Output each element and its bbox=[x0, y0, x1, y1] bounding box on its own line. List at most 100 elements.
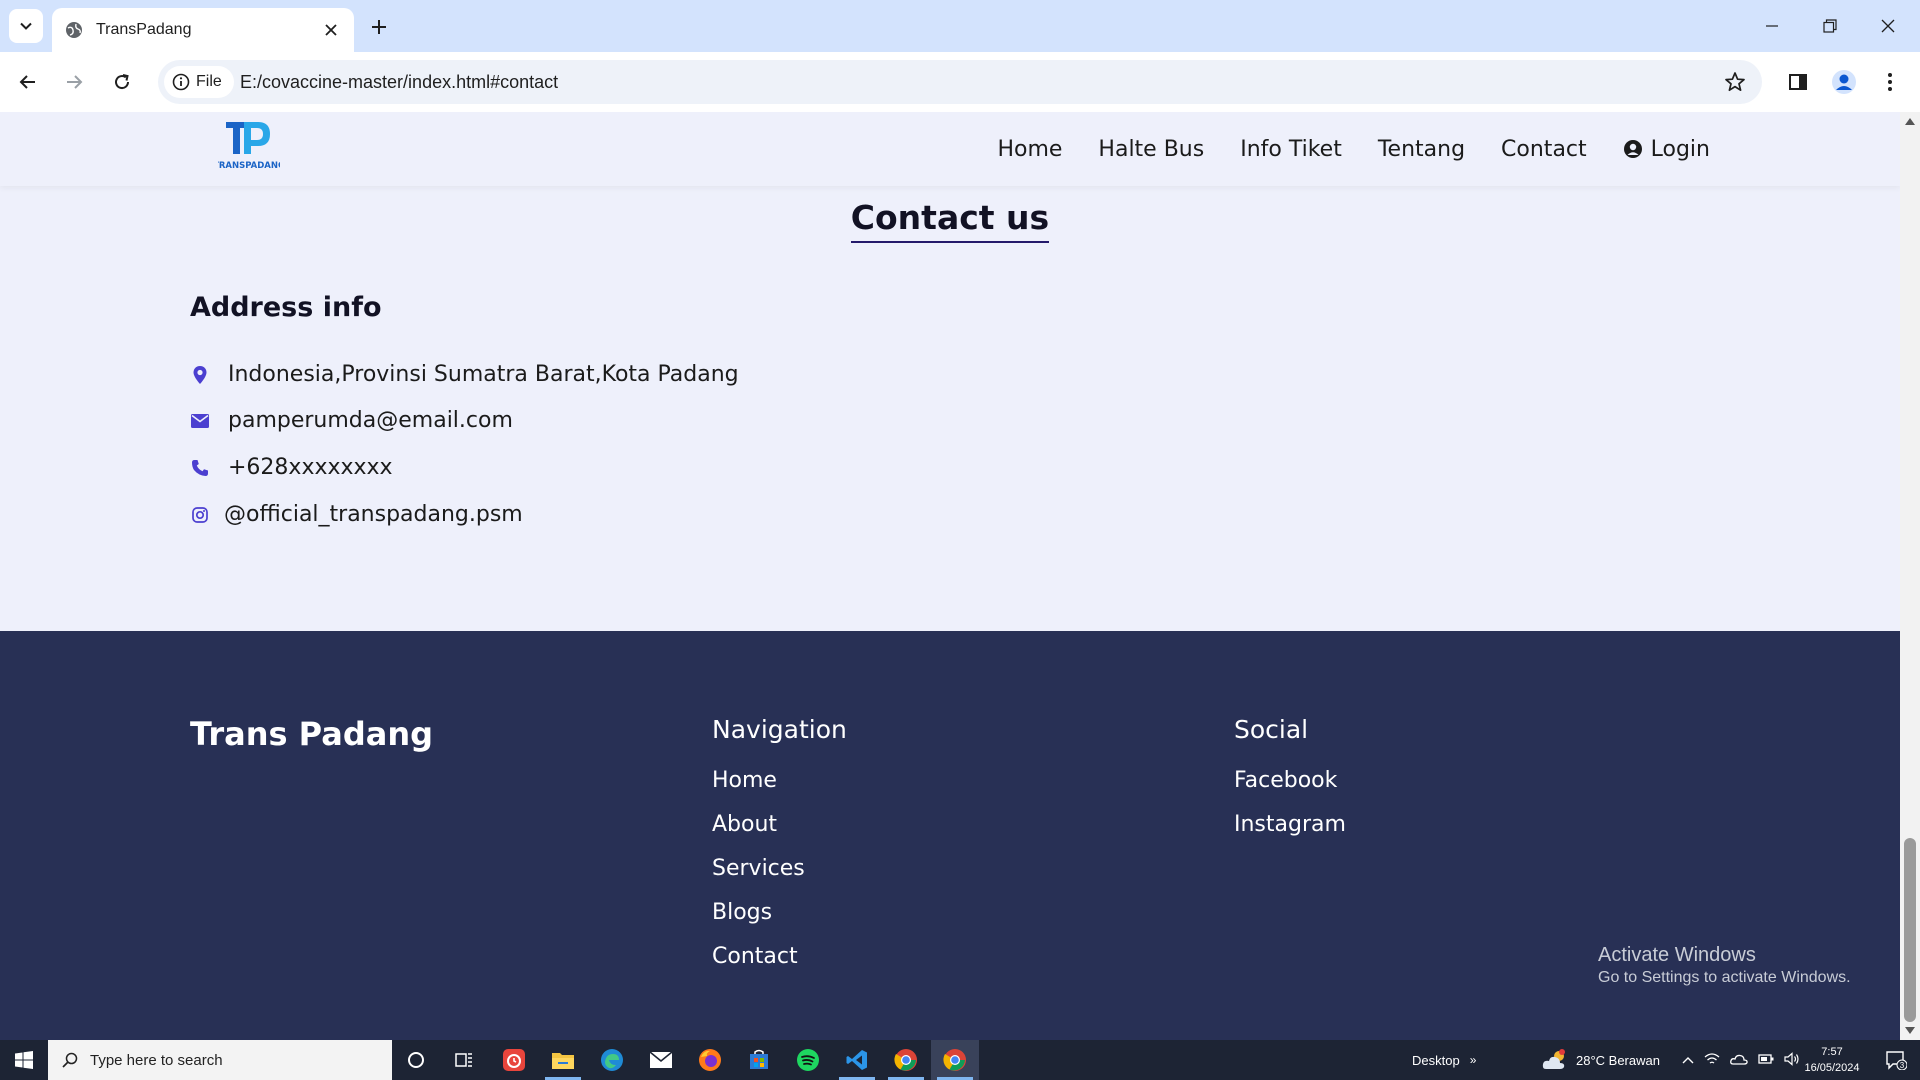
restore-button[interactable] bbox=[1801, 4, 1859, 48]
footer-link-home[interactable]: Home bbox=[712, 768, 847, 812]
globe-icon bbox=[64, 20, 84, 40]
screen: TransPadang File E:/covaccine-master/ind… bbox=[0, 0, 1920, 1080]
address-text: Indonesia,Provinsi Sumatra Barat,Kota Pa… bbox=[228, 362, 739, 387]
close-tab-icon[interactable] bbox=[320, 19, 342, 41]
site-info-chip[interactable]: File bbox=[164, 66, 234, 98]
footer-link-facebook[interactable]: Facebook bbox=[1234, 768, 1346, 812]
mail-app-icon bbox=[649, 1051, 673, 1068]
footer-social-heading: Social bbox=[1234, 715, 1309, 744]
minimize-button[interactable] bbox=[1743, 4, 1801, 48]
taskbar-app-file-explorer[interactable] bbox=[539, 1040, 587, 1080]
notification-icon: 3 bbox=[1886, 1051, 1907, 1070]
footer-navigation-heading: Navigation bbox=[712, 715, 847, 744]
instagram-handle-text[interactable]: @official_transpadang.psm bbox=[224, 502, 523, 527]
scroll-down-arrow-icon[interactable] bbox=[1905, 1027, 1915, 1034]
scrollbar-thumb[interactable] bbox=[1904, 838, 1916, 1022]
footer-link-about[interactable]: About bbox=[712, 812, 847, 856]
notification-center-button[interactable]: 3 bbox=[1872, 1040, 1920, 1080]
transpadang-logo[interactable]: TRANSPADANG bbox=[213, 118, 285, 174]
back-button[interactable] bbox=[10, 64, 46, 100]
windows-logo-icon bbox=[15, 1051, 33, 1069]
browser-toolbar: File E:/covaccine-master/index.html#cont… bbox=[0, 52, 1920, 112]
info-icon bbox=[172, 73, 190, 91]
tab-search-button[interactable] bbox=[9, 9, 43, 43]
taskbar-app-firefox[interactable] bbox=[686, 1040, 734, 1080]
taskbar-search-box[interactable]: Type here to search bbox=[48, 1040, 392, 1080]
close-icon bbox=[1881, 19, 1895, 33]
taskbar-clock[interactable]: 7:57 16/05/2024 bbox=[1792, 1044, 1872, 1076]
activate-windows-subtitle: Go to Settings to activate Windows. bbox=[1598, 969, 1851, 986]
email-text[interactable]: pamperumda@email.com bbox=[228, 408, 513, 433]
contact-section-title-wrap: Contact us bbox=[0, 198, 1900, 243]
footer-link-instagram[interactable]: Instagram bbox=[1234, 812, 1346, 856]
taskbar-app-vscode[interactable] bbox=[833, 1040, 881, 1080]
onedrive-cloud-icon[interactable] bbox=[1730, 1053, 1748, 1068]
taskbar-app-spotify[interactable] bbox=[784, 1040, 832, 1080]
map-pin-icon bbox=[190, 364, 210, 386]
weather-widget[interactable]: 28°C Berawan bbox=[1542, 1040, 1660, 1080]
instagram-icon bbox=[190, 504, 210, 526]
task-view-icon bbox=[455, 1053, 472, 1067]
nav-info-tiket[interactable]: Info Tiket bbox=[1240, 137, 1342, 162]
plus-icon bbox=[372, 20, 386, 34]
footer-brand: Trans Padang bbox=[190, 715, 434, 753]
file-label: File bbox=[196, 73, 222, 90]
mail-icon bbox=[190, 410, 210, 432]
main-nav: Home Halte Bus Info Tiket Tentang Contac… bbox=[997, 112, 1710, 186]
side-panel-button[interactable] bbox=[1780, 64, 1816, 100]
windows-taskbar: Type here to search Desktop » 28°C Beraw… bbox=[0, 1040, 1920, 1080]
start-button[interactable] bbox=[0, 1040, 48, 1080]
chevron-right-double-icon: » bbox=[1469, 1053, 1477, 1067]
user-circle-icon bbox=[1623, 140, 1642, 158]
address-info-heading: Address info bbox=[190, 292, 382, 323]
nav-login[interactable]: Login bbox=[1623, 137, 1710, 162]
desktop-toolbar[interactable]: Desktop » bbox=[1412, 1040, 1476, 1080]
footer-social-column: Social Facebook Instagram bbox=[1234, 715, 1346, 856]
footer-link-services[interactable]: Services bbox=[712, 856, 847, 900]
more-vertical-icon bbox=[1888, 73, 1892, 91]
taskbar-app-mail[interactable] bbox=[637, 1040, 685, 1080]
activate-windows-title: Activate Windows bbox=[1598, 944, 1756, 966]
login-label: Login bbox=[1650, 136, 1710, 162]
profile-avatar-icon bbox=[1832, 70, 1856, 94]
vscode-icon bbox=[846, 1050, 867, 1070]
taskbar-app-edge[interactable] bbox=[588, 1040, 636, 1080]
close-window-button[interactable] bbox=[1859, 4, 1917, 48]
new-tab-button[interactable] bbox=[364, 12, 394, 42]
address-item: Indonesia,Provinsi Sumatra Barat,Kota Pa… bbox=[190, 362, 739, 387]
footer-link-contact[interactable]: Contact bbox=[712, 944, 847, 988]
taskbar-app-chrome-profile[interactable] bbox=[882, 1040, 930, 1080]
address-bar[interactable]: File E:/covaccine-master/index.html#cont… bbox=[158, 60, 1762, 104]
taskbar-app-chrome[interactable] bbox=[931, 1040, 979, 1080]
battery-icon[interactable] bbox=[1758, 1053, 1774, 1068]
cortana-circle-icon bbox=[408, 1052, 424, 1068]
reload-button[interactable] bbox=[104, 64, 140, 100]
page-scrollbar[interactable] bbox=[1900, 112, 1920, 1040]
nav-halte-bus[interactable]: Halte Bus bbox=[1098, 137, 1204, 162]
menu-button[interactable] bbox=[1872, 64, 1908, 100]
taskbar-app-alarm[interactable] bbox=[490, 1040, 538, 1080]
nav-home[interactable]: Home bbox=[997, 137, 1062, 162]
clock-time: 7:57 bbox=[1821, 1046, 1843, 1058]
bookmark-star-icon[interactable] bbox=[1720, 67, 1750, 97]
cortana-button[interactable] bbox=[392, 1040, 440, 1080]
scroll-up-arrow-icon[interactable] bbox=[1905, 118, 1915, 125]
restore-icon bbox=[1823, 19, 1837, 33]
profile-button[interactable] bbox=[1826, 64, 1862, 100]
nav-contact[interactable]: Contact bbox=[1501, 137, 1587, 162]
nav-tentang[interactable]: Tentang bbox=[1378, 137, 1465, 162]
system-tray[interactable] bbox=[1682, 1040, 1800, 1080]
tray-chevron-up-icon[interactable] bbox=[1682, 1053, 1694, 1068]
phone-item: +628xxxxxxxx bbox=[190, 455, 393, 480]
url-text[interactable]: E:/covaccine-master/index.html#contact bbox=[240, 72, 558, 93]
footer-link-blogs[interactable]: Blogs bbox=[712, 900, 847, 944]
forward-button[interactable] bbox=[56, 64, 92, 100]
arrow-left-icon bbox=[19, 75, 35, 89]
wifi-icon[interactable] bbox=[1704, 1052, 1720, 1069]
footer-navigation-column: Navigation Home About Services Blogs Con… bbox=[712, 715, 847, 988]
browser-tab[interactable]: TransPadang bbox=[52, 8, 354, 52]
clock-date: 16/05/2024 bbox=[1804, 1062, 1860, 1074]
task-view-button[interactable] bbox=[440, 1040, 488, 1080]
taskbar-app-store[interactable] bbox=[735, 1040, 783, 1080]
spotify-icon bbox=[797, 1049, 819, 1071]
